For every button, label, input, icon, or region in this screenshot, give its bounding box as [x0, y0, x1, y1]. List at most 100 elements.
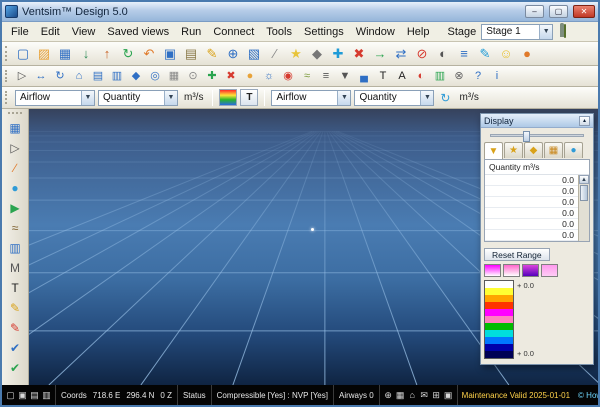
legend-color-band[interactable] — [485, 351, 513, 358]
presentation-icon[interactable]: ☺ — [496, 44, 516, 64]
zoom-in-icon[interactable]: ⊕ — [223, 44, 243, 64]
compressible-segment[interactable]: Compressible [Yes] : NVP [Yes] — [212, 385, 334, 405]
scroll-up-icon[interactable]: ▲ — [579, 175, 589, 184]
range-value-row[interactable]: 0.0 — [485, 219, 578, 230]
swatch-pink-white[interactable] — [503, 264, 520, 277]
legend-color-band[interactable] — [485, 323, 513, 330]
open-folder-icon[interactable]: ▨ — [34, 44, 54, 64]
font-icon[interactable]: A — [393, 68, 411, 85]
copy-icon[interactable]: ▣ — [160, 44, 180, 64]
text-display-button[interactable]: T — [240, 89, 258, 106]
zoom-window-icon[interactable]: ▧ — [244, 44, 264, 64]
swatch-rose[interactable] — [541, 264, 558, 277]
range-value-row[interactable]: 0.0 — [485, 175, 578, 186]
pointer-icon[interactable]: ▷ — [13, 68, 31, 85]
tab-display-icon[interactable]: ▼ — [484, 142, 503, 159]
help-icon[interactable]: ? — [469, 68, 487, 85]
fan-icon[interactable]: ☼ — [260, 68, 278, 85]
menu-help[interactable]: Help — [401, 24, 436, 40]
menu-view[interactable]: View — [66, 24, 102, 40]
info-icon[interactable]: i — [488, 68, 506, 85]
chart-tool-icon[interactable]: ▥ — [5, 238, 26, 257]
legend-color-band[interactable] — [485, 330, 513, 337]
measure-icon[interactable]: ∕ — [265, 44, 285, 64]
range-scrollbar[interactable]: ▲ — [578, 175, 589, 241]
pan-icon[interactable]: ↔ — [32, 68, 50, 85]
scrollbar-thumb[interactable] — [580, 185, 588, 201]
menu-file[interactable]: File — [5, 24, 35, 40]
filter-icon[interactable]: ▼ — [336, 68, 354, 85]
snap-icon[interactable]: ⊙ — [184, 68, 202, 85]
node-icon[interactable]: ● — [241, 68, 259, 85]
reverse-flow-icon[interactable]: ⇄ — [391, 44, 411, 64]
menu-tools[interactable]: Tools — [260, 24, 298, 40]
airflow-select-primary[interactable]: Airflow ▼ — [15, 90, 95, 106]
toolbar-grip[interactable] — [5, 70, 9, 83]
cube-icon[interactable]: ▦ — [395, 389, 406, 401]
split-view-icon[interactable]: ▣ — [17, 389, 28, 401]
select-tool-icon[interactable]: ▷ — [5, 138, 26, 157]
flow-forward-icon[interactable]: → — [370, 44, 390, 64]
airflow-swirl-icon[interactable]: ↻ — [437, 91, 453, 105]
tab-data-icon[interactable]: ▦ — [544, 142, 563, 158]
gauge-icon[interactable]: ◐ — [433, 44, 453, 64]
paste-icon[interactable]: ▤ — [181, 44, 201, 64]
new-file-icon[interactable]: ▢ — [13, 44, 33, 64]
legend-color-band[interactable] — [485, 309, 513, 316]
legend-color-band[interactable] — [485, 288, 513, 295]
legend-color-band[interactable] — [485, 344, 513, 351]
menu-run[interactable]: Run — [175, 24, 207, 40]
transparency-slider[interactable] — [490, 134, 584, 137]
orbit-icon[interactable]: ↻ — [51, 68, 69, 85]
toolbar-grip[interactable] — [8, 112, 22, 114]
quad-view-icon[interactable]: ▤ — [29, 389, 40, 401]
add-view-icon[interactable]: ⊞ — [431, 389, 442, 401]
fit-view-icon[interactable]: ◎ — [146, 68, 164, 85]
contour-icon[interactable]: ≡ — [454, 44, 474, 64]
refresh-icon[interactable]: ↻ — [118, 44, 138, 64]
menu-connect[interactable]: Connect — [207, 24, 260, 40]
undo-icon[interactable]: ↶ — [139, 44, 159, 64]
verify-blue-icon[interactable]: ✔ — [5, 338, 26, 357]
contaminant-icon[interactable]: ≈ — [5, 218, 26, 237]
data-grid-icon[interactable]: ▦ — [5, 118, 26, 137]
delete-airway-icon[interactable]: ✖ — [222, 68, 240, 85]
iso-view-icon[interactable]: ◆ — [127, 68, 145, 85]
quantity-select-secondary[interactable]: Quantity ▼ — [354, 90, 434, 106]
quantity-select-primary[interactable]: Quantity ▼ — [98, 90, 178, 106]
slider-thumb[interactable] — [523, 131, 530, 142]
mail-icon[interactable]: ✉ — [419, 389, 430, 401]
legend-icon[interactable]: ▥ — [431, 68, 449, 85]
maximize-button[interactable]: ▢ — [549, 5, 568, 18]
favorite-star-icon[interactable]: ★ — [286, 44, 306, 64]
add-node-icon[interactable]: ✚ — [328, 44, 348, 64]
toolbar-grip[interactable] — [5, 46, 9, 61]
minimize-button[interactable]: – — [525, 5, 544, 18]
export-icon[interactable]: ↑ — [97, 44, 117, 64]
top-view-icon[interactable]: ▤ — [89, 68, 107, 85]
tools-icon[interactable]: ◆ — [307, 44, 327, 64]
tab-heat-icon[interactable]: ◆ — [524, 142, 543, 158]
menu-settings[interactable]: Settings — [298, 24, 350, 40]
run-simulation-icon[interactable]: ▶ — [5, 198, 26, 217]
measure-tool-icon[interactable]: M — [5, 258, 26, 277]
full-view-icon[interactable]: ▥ — [41, 389, 52, 401]
legend-color-band[interactable] — [485, 281, 513, 288]
legend-color-band[interactable] — [485, 295, 513, 302]
edit-pencil-icon[interactable]: ✎ — [202, 44, 222, 64]
tab-graphics-icon[interactable]: ● — [564, 142, 583, 158]
swatch-purple[interactable] — [522, 264, 539, 277]
sphere-icon[interactable]: ● — [517, 44, 537, 64]
title-bar[interactable]: Ventsim™ Design 5.0 – ▢ ✕ — [2, 2, 598, 22]
range-value-row[interactable]: 0.0 — [485, 197, 578, 208]
text-label-icon[interactable]: T — [374, 68, 392, 85]
display-panel-titlebar[interactable]: Display ▴ — [481, 114, 593, 128]
legend-color-band[interactable] — [485, 316, 513, 323]
menu-edit[interactable]: Edit — [35, 24, 66, 40]
range-value-row[interactable]: 0.0 — [485, 186, 578, 197]
range-value-row[interactable]: 0.0 — [485, 208, 578, 219]
layers-icon[interactable]: ≡ — [317, 68, 335, 85]
swatch-magenta-white[interactable] — [484, 264, 501, 277]
save-icon[interactable]: ▦ — [55, 44, 75, 64]
verify-green-icon[interactable]: ✔ — [5, 358, 26, 377]
